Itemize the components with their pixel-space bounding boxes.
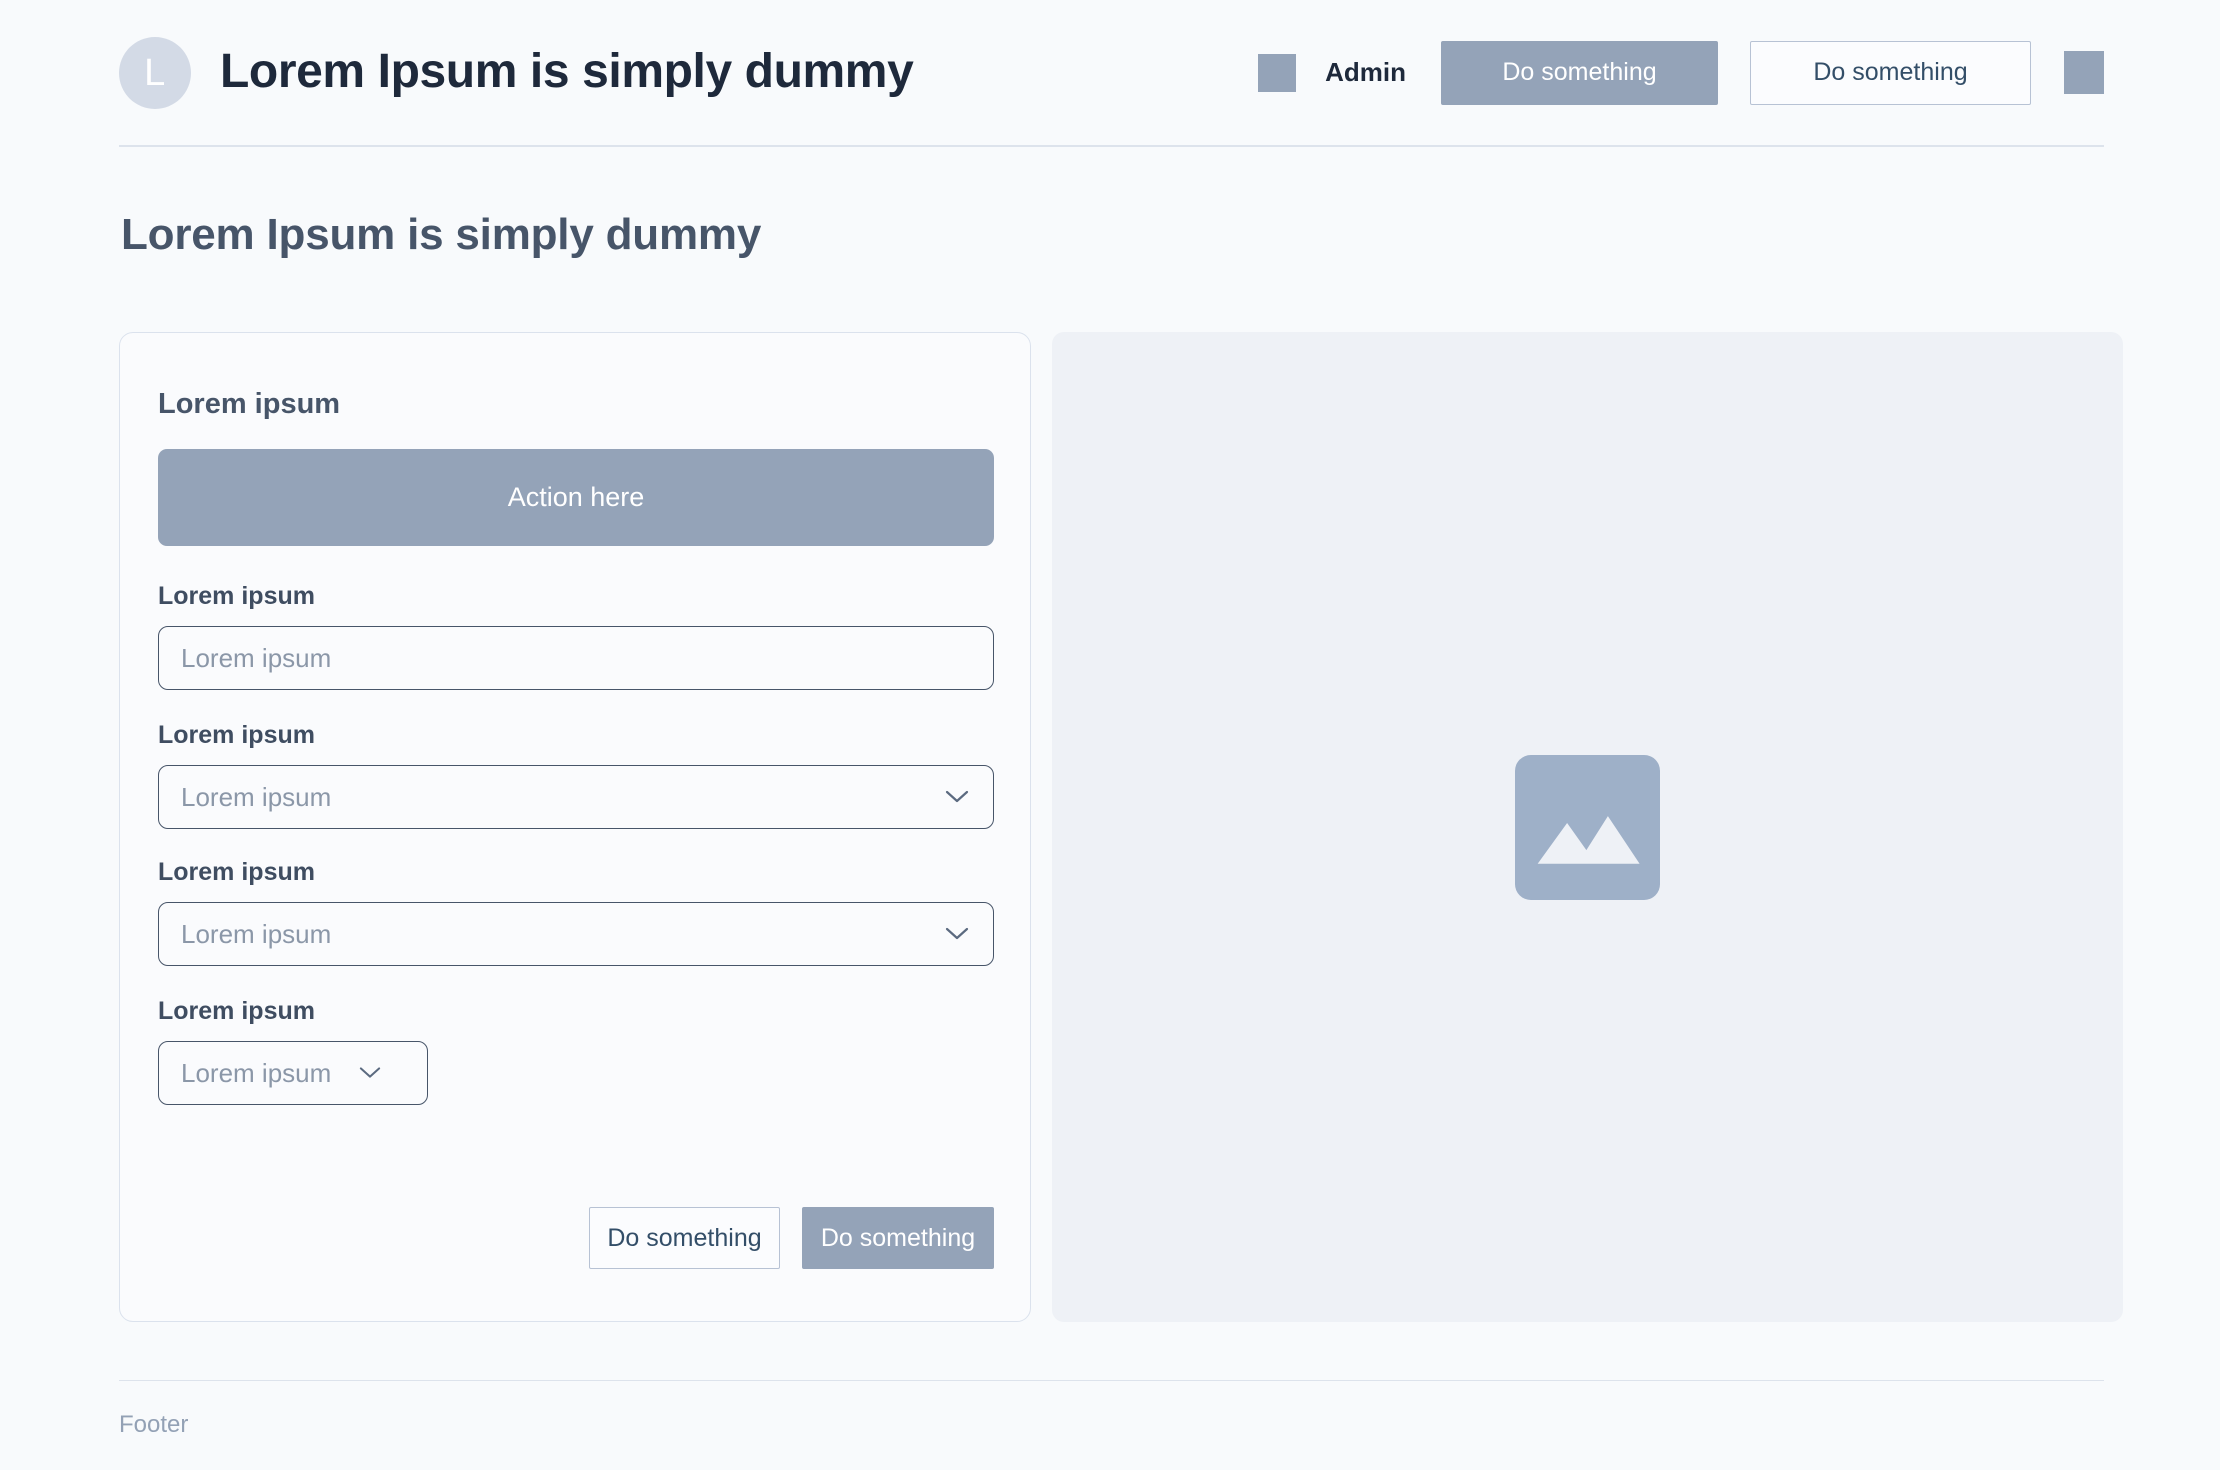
form-field-4-select[interactable]: Lorem ipsum [158,1041,428,1105]
avatar-letter-icon: L [119,36,191,109]
image-placeholder-icon [1515,754,1660,900]
form-field-1-input[interactable]: Lorem ipsum [158,626,994,690]
app-footer: Footer [119,1380,2104,1437]
form-card-actions: Do something Do something [158,1207,994,1269]
header-primary-button[interactable]: Do something [1441,40,1718,105]
form-field-2-label: Lorem ipsum [158,721,315,749]
form-field-2-select[interactable]: Lorem ipsum [158,765,994,829]
chevron-down-icon [945,927,969,940]
form-field-4-label: Lorem ipsum [158,997,315,1025]
form-card-inner: Lorem ipsum Action here Lorem ipsum Lore… [158,333,994,1321]
form-field-4: Lorem ipsum Lorem ipsum [158,999,994,1105]
main-content: Lorem ipsum Action here Lorem ipsum Lore… [119,332,2123,1322]
form-field-3-label: Lorem ipsum [158,858,315,886]
form-field-3-value: Lorem ipsum [181,919,332,949]
form-field-2: Lorem ipsum Lorem ipsum [158,723,994,829]
media-panel [1052,332,2123,1322]
submit-button[interactable]: Do something [802,1207,994,1269]
form-field-1-placeholder: Lorem ipsum [181,643,332,673]
form-field-1: Lorem ipsum Lorem ipsum [158,584,994,690]
user-role-label: Admin [1325,57,1406,87]
page-title: Lorem Ipsum is simply dummy [121,210,762,259]
action-here-button[interactable]: Action here [158,449,994,546]
app-title: Lorem Ipsum is simply dummy [220,45,914,99]
form-field-2-value: Lorem ipsum [181,782,332,812]
header-nav: Admin Do something Do something [1258,40,2104,105]
menu-placeholder-icon[interactable] [2064,51,2104,94]
form-field-3: Lorem ipsum Lorem ipsum [158,860,994,966]
user-avatar-placeholder-icon [1258,53,1297,92]
form-field-3-select[interactable]: Lorem ipsum [158,902,994,966]
form-field-4-value: Lorem ipsum [181,1058,332,1088]
chevron-down-icon [359,1067,381,1078]
form-card: Lorem ipsum Action here Lorem ipsum Lore… [119,332,1031,1322]
form-field-1-label: Lorem ipsum [158,582,315,610]
cancel-button[interactable]: Do something [589,1207,780,1269]
footer-text: Footer [119,1411,189,1438]
app-header: L Lorem Ipsum is simply dummy Admin Do s… [119,0,2104,147]
app-page: L Lorem Ipsum is simply dummy Admin Do s… [0,0,2220,1470]
brand: L Lorem Ipsum is simply dummy [119,36,914,109]
form-card-heading: Lorem ipsum [158,388,341,420]
chevron-down-icon [945,790,969,803]
header-secondary-button[interactable]: Do something [1750,40,2031,105]
